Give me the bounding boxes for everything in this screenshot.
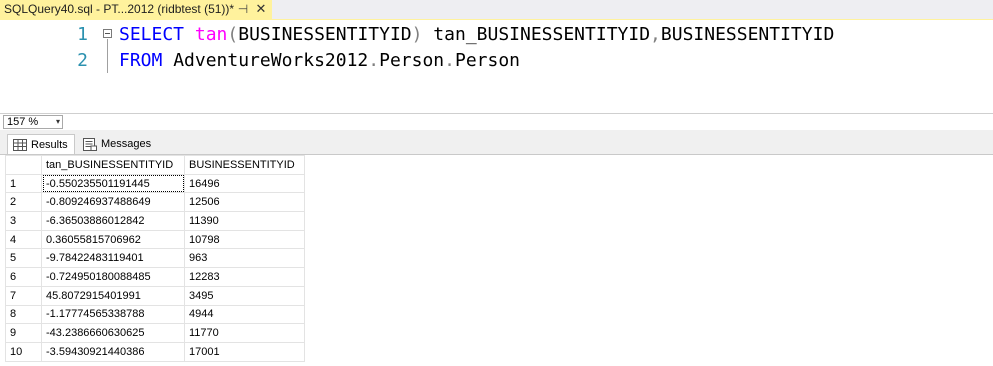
table-row[interactable]: 10 -3.59430921440386 17001 [5,341,305,362]
results-grid[interactable]: tan_BUSINESSENTITYID BUSINESSENTITYID 1-… [0,155,993,366]
row-number[interactable]: 10 [5,341,42,362]
table-row[interactable]: 1 -0.550235501191445 16496 [5,173,305,194]
code-token: Person [454,50,521,71]
document-tab[interactable]: SQLQuery40.sql - PT...2012 (ridbtest (51… [0,0,272,20]
row-number[interactable]: 3 [5,211,42,231]
grid-cell[interactable]: -3.59430921440386 [41,341,185,362]
code-line[interactable]: 2 FROM AdventureWorks2012.Person.Person [0,48,993,74]
collapse-icon[interactable] [103,29,112,38]
code-token: AdventureWorks2012 [162,50,369,71]
table-row[interactable]: 7 45.8072915401991 3495 [5,285,305,306]
query-editor[interactable]: 1 SELECT tan(BUSINESSENTITYID) tan_BUSIN… [0,20,993,113]
header-row: tan_BUSINESSENTITYID BUSINESSENTITYID [5,155,305,175]
grid-cell[interactable]: 11770 [184,323,305,343]
row-number[interactable]: 5 [5,248,42,269]
grid-cell[interactable]: 12506 [184,192,305,213]
punctuation-token: . [368,50,380,71]
grid-cell[interactable]: -1.17774565338788 [41,304,185,325]
code-token: BUSINESSENTITYID [238,24,412,45]
punctuation-token: . [444,50,455,71]
tab-messages[interactable]: Messages [78,134,156,154]
grid-cell[interactable]: 3495 [184,285,305,306]
row-number-header[interactable] [5,155,42,175]
table-row[interactable]: 8 -1.17774565338788 4944 [5,304,305,325]
grid-cell[interactable]: 963 [184,248,305,269]
punctuation-token: ) [411,24,423,45]
grid-cell[interactable]: 0.36055815706962 [41,229,185,250]
grid-cell[interactable]: -0.809246937488649 [41,192,185,213]
keyword-token: FROM [119,50,163,71]
code-line[interactable]: 1 SELECT tan(BUSINESSENTITYID) tan_BUSIN… [0,22,993,48]
grid-cell[interactable]: 12283 [184,267,305,287]
grid-cell[interactable]: 17001 [184,341,305,362]
keyword-token: SELECT [119,24,185,45]
document-tab-strip: SQLQuery40.sql - PT...2012 (ridbtest (51… [0,0,993,20]
punctuation-token: ( [227,24,239,45]
code-text: SELECT tan(BUSINESSENTITYID) tan_BUSINES… [119,22,834,48]
grid-cell[interactable]: 10798 [184,229,305,250]
punctuation-token: , [650,24,661,45]
row-number[interactable]: 7 [5,285,42,306]
table-row[interactable]: 5 -9.78422483119401 963 [5,248,305,269]
results-table: tan_BUSINESSENTITYID BUSINESSENTITYID 1-… [5,155,305,362]
table-row[interactable]: 9 -43.2386660630625 11770 [5,323,305,343]
column-header[interactable]: tan_BUSINESSENTITYID [41,155,185,175]
grid-icon [13,138,27,151]
grid-cell[interactable]: -0.724950180088485 [41,267,185,287]
grid-cell[interactable]: -6.36503886012842 [41,211,185,231]
pin-icon[interactable]: ⊣ [235,2,251,16]
row-number[interactable]: 6 [5,267,42,287]
zoom-value: 157 % [7,116,39,128]
tab-results-label: Results [31,138,68,151]
row-number[interactable]: 4 [5,229,42,250]
table-row[interactable]: 6 -0.724950180088485 12283 [5,267,305,287]
table-row[interactable]: 4 0.36055815706962 10798 [5,229,305,250]
row-number[interactable]: 2 [5,192,42,213]
zoom-bar: 157 % ▾ [0,113,993,130]
grid-cell[interactable]: 16496 [184,173,305,194]
grid-cell[interactable]: 45.8072915401991 [41,285,185,306]
line-number: 2 [77,50,88,71]
chevron-down-icon[interactable]: ▾ [56,116,60,128]
tab-results[interactable]: Results [7,134,75,154]
grid-cell[interactable]: 11390 [184,211,305,231]
code-text: FROM AdventureWorks2012.Person.Person [119,48,520,74]
grid-cell[interactable]: 4944 [184,304,305,325]
document-tab-title: SQLQuery40.sql - PT...2012 (ridbtest (51… [4,2,235,16]
zoom-select[interactable]: 157 % ▾ [3,115,63,129]
result-tabs: Results Messages [0,130,993,155]
code-token: BUSINESSENTITYID [660,24,835,45]
table-row[interactable]: 3 -6.36503886012842 11390 [5,211,305,231]
code-token: tan_BUSINESSENTITYID [422,24,651,45]
row-number[interactable]: 1 [5,173,42,194]
column-header[interactable]: BUSINESSENTITYID [184,155,305,175]
grid-cell[interactable]: -0.550235501191445 [41,173,185,194]
code-token: Person [379,50,445,71]
grid-cell[interactable]: -43.2386660630625 [41,323,185,343]
messages-icon [83,137,97,151]
function-token: tan [194,24,228,45]
grid-cell[interactable]: -9.78422483119401 [41,248,185,269]
line-number: 1 [77,24,88,45]
table-row[interactable]: 2 -0.809246937488649 12506 [5,192,305,213]
row-number[interactable]: 8 [5,304,42,325]
tab-messages-label: Messages [101,138,152,150]
row-number[interactable]: 9 [5,323,42,343]
close-icon[interactable]: ✕ [253,1,269,17]
